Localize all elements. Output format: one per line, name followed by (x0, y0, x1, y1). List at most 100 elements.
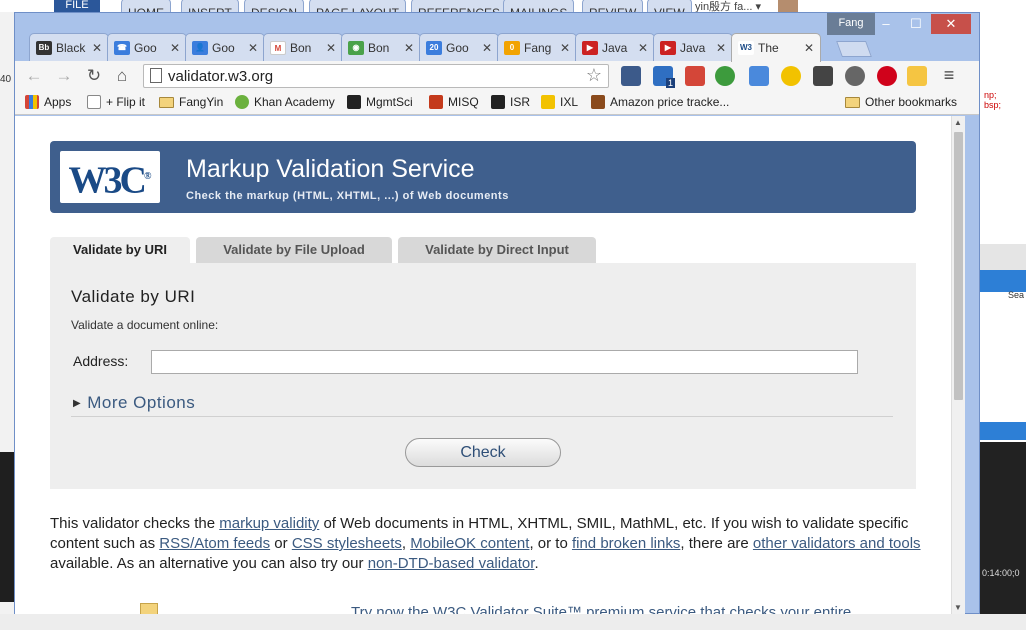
google-voice-extension-icon[interactable]: 1 (653, 66, 675, 88)
camera-extension-icon[interactable] (813, 66, 833, 86)
hangouts-extension-icon[interactable] (715, 66, 735, 86)
bookmark-label: Amazon price tracke... (610, 95, 730, 109)
gmail-extension-icon[interactable] (685, 66, 705, 86)
tab-label: Bon (368, 40, 390, 55)
bookmark-star-icon[interactable]: ☆ (586, 65, 602, 86)
word-file-tab[interactable]: FILE (54, 0, 100, 12)
leaf-icon (235, 95, 249, 109)
address-label: Address: (73, 353, 129, 369)
apps-grid-icon (25, 95, 39, 109)
more-options-toggle[interactable]: ▶ More Options (73, 393, 195, 413)
chrome-app-icon: ◉ (348, 40, 364, 55)
tab-youtube-java-2[interactable]: ▶ Java ✕ (653, 33, 733, 61)
address-bar[interactable]: ☆ (143, 64, 609, 88)
bookmark-flip-it[interactable]: + Flip it (87, 95, 145, 109)
star-burst-extension-icon[interactable] (907, 66, 927, 86)
w3c-logo[interactable]: W3C® (60, 151, 160, 203)
scroll-up-arrow-icon[interactable]: ▲ (954, 118, 962, 127)
bookmark-other-bookmarks[interactable]: Other bookmarks (845, 95, 957, 109)
maximize-button[interactable]: ☐ (901, 14, 931, 34)
tab-google-voice[interactable]: ☎ Goo ✕ (107, 33, 187, 61)
bookmark-amazon-price-tracker[interactable]: Amazon price tracke... (591, 95, 729, 109)
minimize-button[interactable]: – (871, 14, 901, 34)
tab-close-icon[interactable]: ✕ (560, 41, 570, 55)
tab-fang[interactable]: 0 Fang ✕ (497, 33, 577, 61)
intro-text: , there are (680, 535, 753, 552)
home-button[interactable]: ⌂ (111, 65, 133, 87)
scrollbar-thumb[interactable] (954, 132, 963, 400)
drive-extension-icon[interactable] (781, 66, 801, 86)
link-markup-validity[interactable]: markup validity (219, 515, 319, 532)
more-options-label: More Options (87, 393, 196, 412)
tab-w3c-validator[interactable]: W3 The ✕ (731, 33, 821, 62)
link-other-validators[interactable]: other validators and tools (753, 535, 921, 552)
tab-google-contacts[interactable]: 👤 Goo ✕ (185, 33, 265, 61)
link-css-stylesheets[interactable]: CSS stylesheets (292, 535, 402, 552)
gmail-icon: M (270, 40, 286, 55)
bookmark-label: Other bookmarks (865, 95, 958, 109)
tab-label: Black (56, 40, 86, 55)
validator-suite-link[interactable]: Try now the W3C Validator Suite™ premium… (351, 604, 851, 614)
page-scrollbar[interactable]: ▲ ▼ (951, 116, 965, 614)
ixl-icon (541, 95, 555, 109)
extension-puzzle-icon[interactable] (621, 66, 641, 86)
link-mobileok-content[interactable]: MobileOK content (410, 535, 529, 552)
intro-text: This validator checks the (50, 515, 220, 532)
film-reel-extension-icon[interactable] (845, 66, 865, 86)
youtube-icon: ▶ (660, 40, 676, 55)
tab-close-icon[interactable]: ✕ (404, 41, 414, 55)
page-viewport: W3C® Markup Validation Service Check the… (15, 116, 951, 614)
link-non-dtd-validator[interactable]: non-DTD-based validator (368, 555, 535, 572)
page-icon (150, 68, 162, 83)
bookmark-apps[interactable]: Apps (25, 95, 71, 109)
bookmark-fangyin[interactable]: FangYin (159, 95, 223, 109)
tab-label: The (758, 41, 779, 55)
tab-label: Fang (524, 40, 552, 55)
tab-validate-by-uri[interactable]: Validate by URI (50, 237, 190, 263)
bookmark-misq[interactable]: MISQ (429, 95, 479, 109)
link-rss-atom-feeds[interactable]: RSS/Atom feeds (159, 535, 270, 552)
tab-google-calendar[interactable]: 20 Goo ✕ (419, 33, 499, 61)
background-code-snippet: np; bsp; (984, 90, 1002, 110)
translate-extension-icon[interactable] (749, 66, 769, 86)
tab-label: Goo (212, 40, 235, 55)
profile-button[interactable]: Fang (827, 13, 875, 35)
scroll-down-arrow-icon[interactable]: ▼ (954, 603, 962, 612)
bookmark-khan-academy[interactable]: Khan Academy (235, 95, 335, 109)
tab-validate-by-direct-input[interactable]: Validate by Direct Input (398, 237, 596, 263)
address-input[interactable] (151, 350, 858, 374)
tab-close-icon[interactable]: ✕ (170, 41, 180, 55)
forward-button[interactable]: → (53, 65, 75, 87)
bookmark-mgmtsci[interactable]: MgmtSci (347, 95, 413, 109)
tab-close-icon[interactable]: ✕ (716, 41, 726, 55)
check-button[interactable]: Check (405, 438, 561, 467)
tab-close-icon[interactable]: ✕ (482, 41, 492, 55)
window-controls: – ☐ ✕ (871, 13, 971, 35)
bookmark-ixl[interactable]: IXL (541, 95, 578, 109)
url-input[interactable] (168, 66, 578, 86)
tab-close-icon[interactable]: ✕ (804, 41, 814, 55)
new-tab-button[interactable] (836, 41, 872, 57)
tab-bon[interactable]: ◉ Bon ✕ (341, 33, 421, 61)
tab-youtube-java-1[interactable]: ▶ Java ✕ (575, 33, 655, 61)
stop-extension-icon[interactable] (877, 66, 897, 86)
background-bottom-strip (0, 614, 1026, 630)
tab-close-icon[interactable]: ✕ (92, 41, 102, 55)
informs-icon (347, 95, 361, 109)
tab-close-icon[interactable]: ✕ (248, 41, 258, 55)
tab-blackboard[interactable]: Bb Black ✕ (29, 33, 109, 61)
link-find-broken-links[interactable]: find broken links (572, 535, 680, 552)
intro-text: , or to (529, 535, 572, 552)
tab-close-icon[interactable]: ✕ (638, 41, 648, 55)
back-button[interactable]: ← (23, 65, 45, 87)
tab-close-icon[interactable]: ✕ (326, 41, 336, 55)
tab-gmail[interactable]: M Bon ✕ (263, 33, 343, 61)
chrome-menu-icon[interactable]: ≡ (939, 65, 959, 85)
bookmark-isr[interactable]: ISR (491, 95, 530, 109)
background-left-app: 40 (0, 12, 14, 630)
reload-button[interactable]: ↻ (83, 65, 105, 87)
youtube-icon: ▶ (582, 40, 598, 55)
close-window-button[interactable]: ✕ (931, 14, 971, 34)
tab-validate-by-file-upload[interactable]: Validate by File Upload (196, 237, 392, 263)
background-right-app: np; bsp; Sea 0:14:00;0 (980, 12, 1026, 630)
